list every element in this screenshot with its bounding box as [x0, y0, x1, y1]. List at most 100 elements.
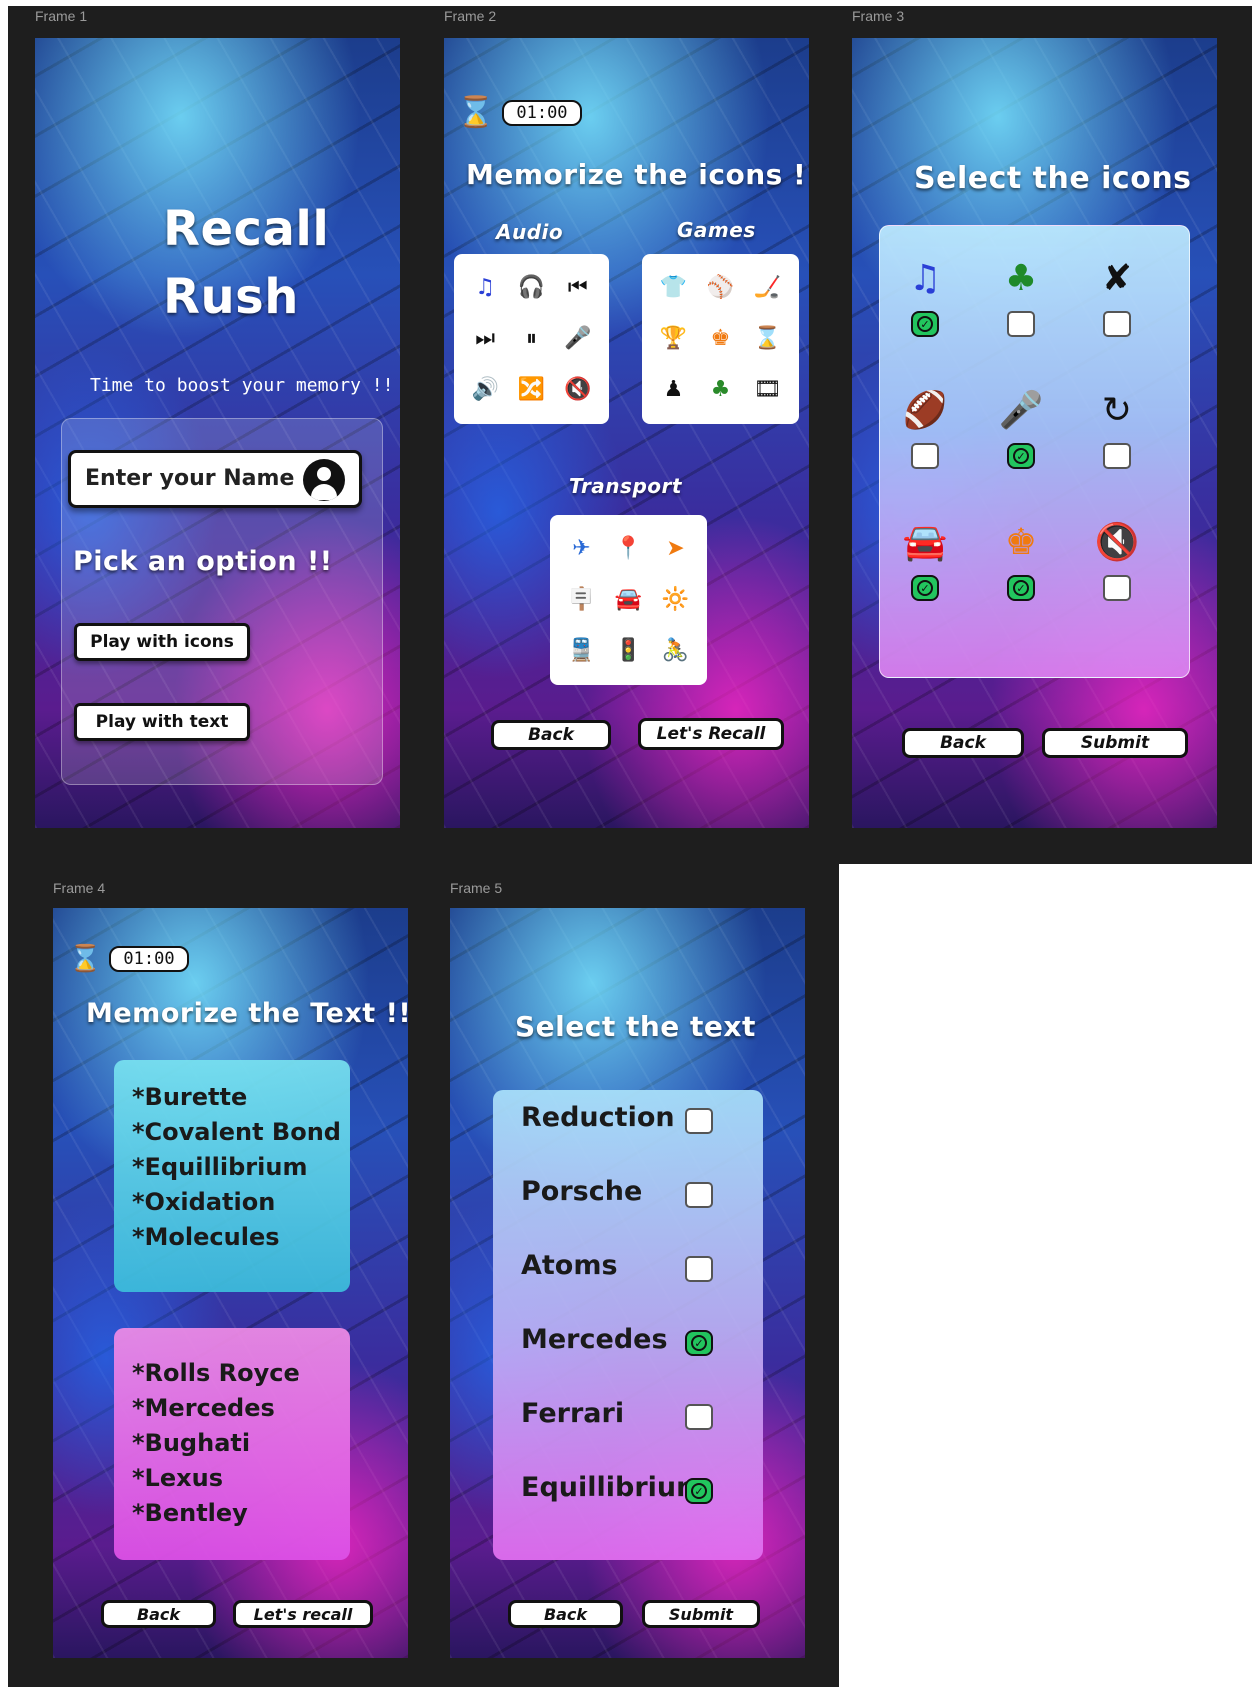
icon-select-checkbox[interactable]: ✓ [911, 575, 939, 601]
memorize-word: *Lexus [132, 1464, 223, 1492]
frame-2: ⌛ 01:00 Memorize the icons !! Audio Game… [444, 38, 809, 828]
text-option-label: Mercedes [521, 1324, 668, 1355]
skip-back-icon: ⏮ [567, 274, 588, 300]
memorize-heading: Memorize the icons !! [466, 158, 809, 191]
trophy-icon: 🏆 [659, 325, 688, 351]
baseball-icon: ⚾ [706, 274, 735, 300]
hourglass-icon: ⌛ [69, 944, 102, 974]
football-icon: 🏈 [902, 390, 948, 431]
traffic-light-icon: 🚦 [614, 638, 643, 664]
app-title-line1: Recall [163, 201, 330, 257]
icon-select-checkbox[interactable]: ✓ [911, 311, 939, 337]
text-option-label: Porsche [521, 1176, 643, 1207]
memorize-word: *Bughati [132, 1429, 251, 1457]
frame-4-label: Frame 4 [53, 880, 106, 896]
hourglass-icon: ⌛ [457, 95, 495, 130]
icon-select-checkbox[interactable] [1103, 575, 1131, 601]
submit-button[interactable]: Submit [642, 1600, 760, 1628]
microphone-icon: 🎤 [564, 325, 592, 351]
chemistry-list-card: *Burette *Covalent Bond *Equillibrium *Oxid… [114, 1060, 350, 1292]
hourglass-icon: ⌛ [753, 325, 782, 351]
frame-3: Select the icons ♫ ✓ ♣ ✘ 🏈 🎤 ✓ ↻ 🚘 ✓ ♚ ✓ 🔇 Back Subm… [852, 38, 1217, 828]
text-select-checkbox[interactable] [685, 1108, 713, 1134]
chess-king-icon: ♚ [1004, 522, 1038, 563]
back-button[interactable]: Back [101, 1600, 216, 1628]
timer-value: 01:00 [502, 100, 582, 126]
icon-select-checkbox[interactable] [1103, 311, 1131, 337]
headphones-icon: 🎧 [517, 274, 546, 300]
hockey-icon: 🏒 [753, 274, 782, 300]
text-select-checkbox[interactable] [685, 1182, 713, 1208]
icon-select-checkbox[interactable] [1007, 311, 1035, 337]
club-icon: ♣ [710, 377, 731, 403]
chess-king-icon: ♚ [710, 325, 731, 351]
audio-category-label: Audio [496, 220, 564, 244]
memorize-word: *Mercedes [132, 1394, 275, 1422]
countdown-timer: ⌛ 01:00 [457, 98, 582, 128]
icon-select-checkbox[interactable]: ✓ [1007, 443, 1035, 469]
plane-icon: ✈ [572, 535, 591, 561]
navigation-arrow-icon: ➤ [666, 535, 685, 561]
submit-button[interactable]: Submit [1042, 728, 1188, 758]
countdown-timer: ⌛ 01:00 [69, 946, 189, 972]
shirt-icon: 👕 [659, 274, 688, 300]
user-avatar-icon [303, 459, 345, 501]
name-input-placeholder: Enter your Name [85, 466, 295, 491]
select-text-heading: Select the text [515, 1010, 756, 1043]
microphone-icon: 🎤 [998, 390, 1044, 431]
navigation-off-icon: ✘ [1101, 258, 1133, 299]
icon-selection-panel: ♫ ✓ ♣ ✘ 🏈 🎤 ✓ ↻ 🚘 ✓ ♚ ✓ 🔇 [879, 225, 1190, 678]
train-icon: 🚆 [567, 638, 596, 664]
car-icon: 🚘 [614, 586, 643, 612]
name-input[interactable]: Enter your Name [68, 450, 362, 508]
text-option-label: Atoms [521, 1250, 618, 1281]
back-button[interactable]: Back [902, 728, 1024, 758]
memorize-word: *Rolls Royce [132, 1359, 300, 1387]
app-title-line2: Rush [163, 269, 299, 325]
volume-icon: 🔊 [471, 377, 499, 403]
memorize-word: *Bentley [132, 1499, 248, 1527]
audio-icons-card: ♫ 🎧 ⏮ ⏭ ⏸ 🎤 🔊 🔀 🔇 [454, 254, 609, 424]
cyclist-icon: 🚴 [661, 638, 690, 664]
text-select-checkbox[interactable] [685, 1256, 713, 1282]
shuffle-icon: 🔀 [517, 377, 546, 403]
mute-icon: 🔇 [564, 377, 592, 403]
icon-select-checkbox[interactable]: ✓ [1007, 575, 1035, 601]
memorize-word: *Oxidation [132, 1188, 276, 1216]
play-with-text-button[interactable]: Play with text [74, 703, 250, 741]
text-select-checkbox[interactable]: ✓ [685, 1478, 713, 1504]
transport-icons-card: ✈ 📍 ➤ 🪧 🚘 🔆 🚆 🚦 🚴 [550, 515, 707, 685]
tagline: Time to boost your memory !! [90, 375, 394, 396]
frame-2-label: Frame 2 [444, 8, 497, 24]
memorize-word: *Equillibrium [132, 1153, 308, 1181]
redo-icon: ↻ [1101, 390, 1133, 431]
music-note-icon: ♫ [908, 258, 942, 299]
transport-category-label: Transport [569, 474, 682, 498]
skip-forward-icon: ⏭ [475, 325, 496, 351]
icon-select-checkbox[interactable] [1103, 443, 1131, 469]
car-icon: 🚘 [902, 522, 948, 563]
club-icon: ♣ [1004, 258, 1038, 299]
frame-1-label: Frame 1 [35, 8, 88, 24]
icon-select-checkbox[interactable] [911, 443, 939, 469]
games-category-label: Games [677, 218, 756, 242]
memorize-text-heading: Memorize the Text !! [86, 998, 408, 1029]
lets-recall-button[interactable]: Let's Recall [638, 718, 784, 750]
volume-mute-icon: 🔇 [1094, 522, 1140, 563]
select-icons-heading: Select the icons [914, 161, 1192, 196]
frame-1: Recall Rush Time to boost your memory !!… [35, 38, 400, 828]
text-select-checkbox[interactable]: ✓ [685, 1330, 713, 1356]
pick-option-label: Pick an option !! [73, 546, 333, 577]
frame-5-label: Frame 5 [450, 880, 503, 896]
play-with-icons-button[interactable]: Play with icons [74, 623, 250, 661]
signpost-icon: 🪧 [567, 586, 596, 612]
film-icon: 🎞 [753, 377, 782, 403]
frame-5: Select the text Reduction Porsche Atoms Mer… [450, 908, 805, 1658]
frame-3-label: Frame 3 [852, 8, 905, 24]
text-select-checkbox[interactable] [685, 1404, 713, 1430]
back-button[interactable]: Back [491, 720, 611, 750]
lets-recall-button[interactable]: Let's recall [233, 1600, 373, 1628]
back-button[interactable]: Back [508, 1600, 623, 1628]
memorize-word: *Burette [132, 1083, 248, 1111]
timer-value: 01:00 [109, 946, 189, 972]
